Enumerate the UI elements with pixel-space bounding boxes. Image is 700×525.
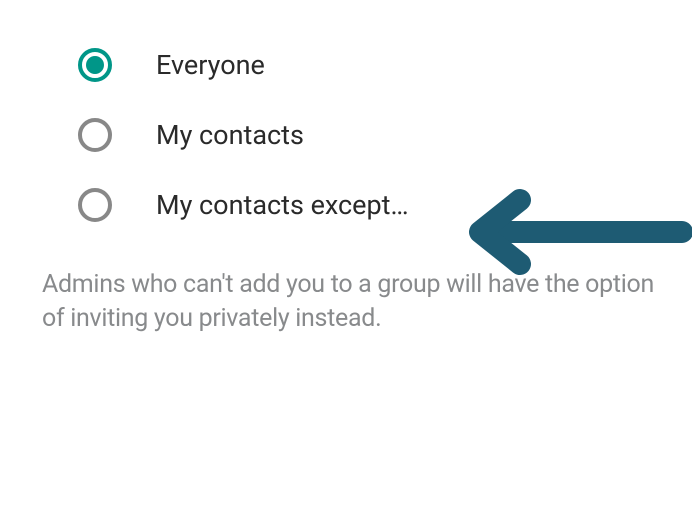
radio-option-everyone[interactable]: Everyone <box>0 30 700 100</box>
radio-label: Everyone <box>156 49 265 81</box>
radio-label: My contacts <box>156 119 304 151</box>
radio-label: My contacts except… <box>156 189 409 221</box>
radio-option-my-contacts[interactable]: My contacts <box>0 100 700 170</box>
radio-unselected-icon <box>78 188 112 222</box>
description-text: Admins who can't add you to a group will… <box>0 240 700 336</box>
radio-selected-icon <box>78 48 112 82</box>
radio-unselected-icon <box>78 118 112 152</box>
radio-option-my-contacts-except[interactable]: My contacts except… <box>0 170 700 240</box>
